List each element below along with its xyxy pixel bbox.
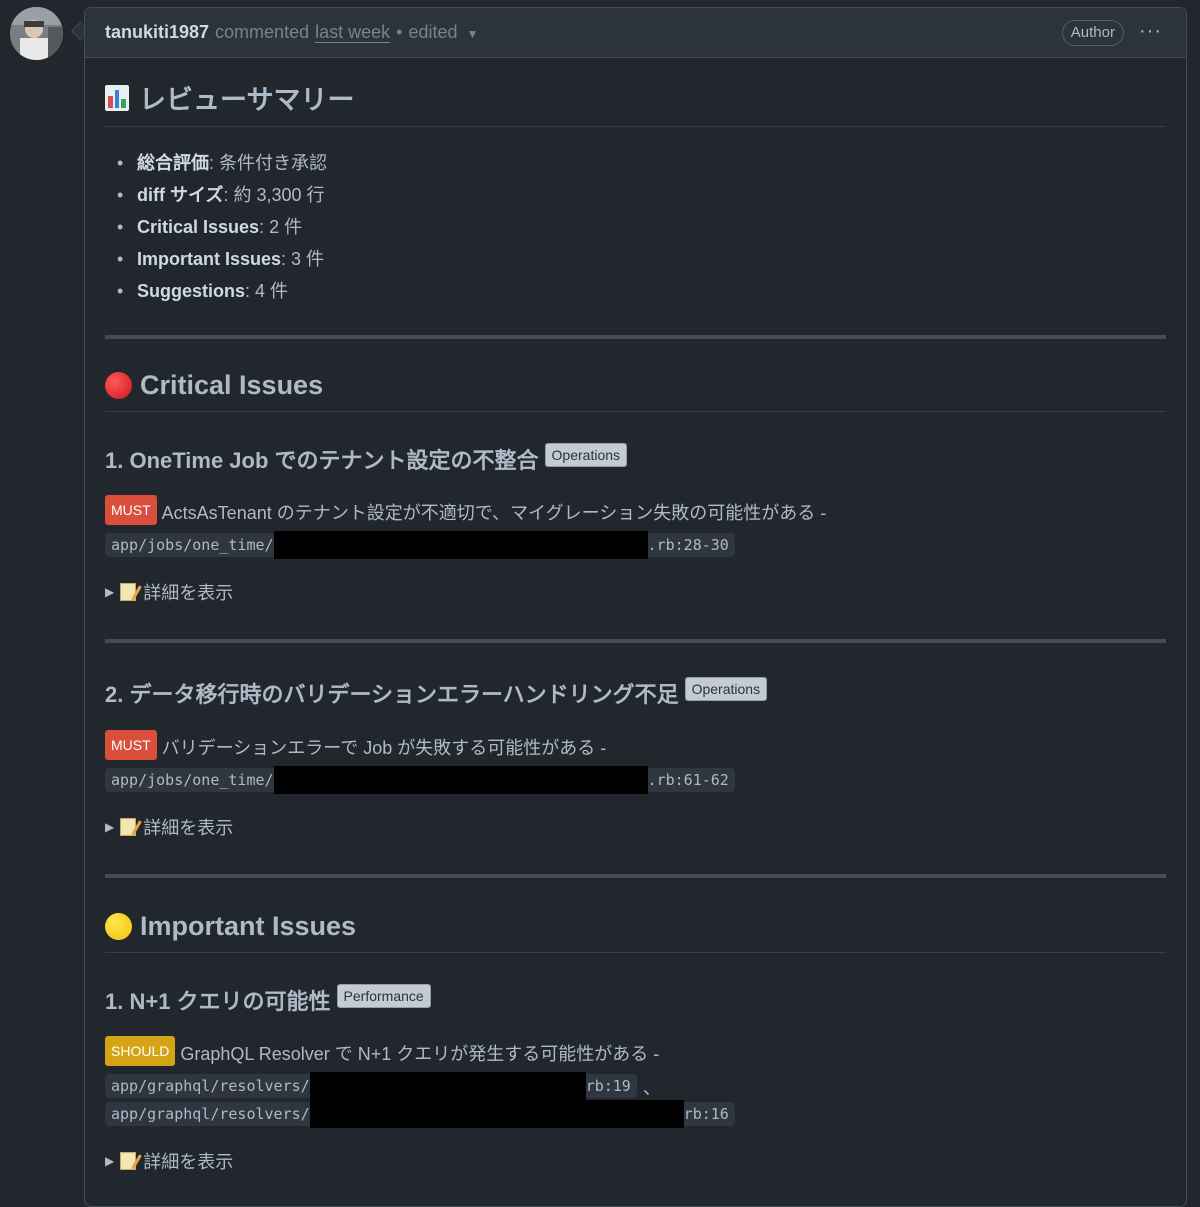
chevron-down-icon[interactable]: ▼ — [467, 27, 479, 41]
summary-value: : 約 3,300 行 — [223, 185, 325, 205]
issue-heading-text: 1. OneTime Job でのテナント設定の不整合 — [105, 448, 539, 473]
summary-key: Important Issues — [137, 249, 282, 269]
divider — [105, 874, 1166, 878]
details-toggle[interactable]: ▶ 詳細を表示 — [105, 579, 1166, 605]
redacted-block — [309, 1072, 586, 1100]
comment: tanukiti1987 commented last week • edite… — [84, 7, 1187, 1207]
file-path-code: app/jobs/one_time/ .rb:28-30 — [105, 531, 735, 559]
important-issue-1-text: SHOULD GraphQL Resolver で N+1 クエリが発生する可能性… — [105, 1036, 1166, 1070]
summary-value: : 4 件 — [245, 281, 289, 301]
details-label: 詳細を表示 — [143, 583, 234, 603]
details-toggle[interactable]: ▶ 詳細を表示 — [105, 814, 1166, 840]
path-prefix: app/graphql/resolvers/ — [111, 1077, 310, 1095]
red-circle-icon — [105, 372, 132, 399]
operations-label[interactable]: Operations — [684, 677, 768, 701]
redacted-block — [309, 1100, 684, 1128]
redacted-block — [273, 531, 648, 559]
file-path-code: app/graphql/resolvers/rb:16 — [105, 1100, 735, 1128]
critical-issue-2-heading: 2. データ移行時のバリデーションエラーハンドリング不足 Operations — [105, 677, 1166, 709]
list-item: Critical Issues: 2 件 — [105, 214, 1166, 246]
list-item: Suggestions: 4 件 — [105, 278, 1166, 310]
divider — [105, 639, 1166, 643]
author-link[interactable]: tanukiti1987 — [105, 22, 209, 43]
kebab-horizontal-icon[interactable]: ··· — [1139, 20, 1162, 43]
code-path: app/graphql/resolvers/rb:16 — [105, 1100, 1166, 1128]
summary-value: : 3 件 — [281, 249, 325, 269]
issue-heading-text: 1. N+1 クエリの可能性 — [105, 989, 331, 1014]
yellow-circle-icon — [105, 913, 132, 940]
issue-description: バリデーションエラーで Job が失敗する可能性がある - — [161, 738, 607, 758]
critical-issue-1-text: MUST ActsAsTenant のテナント設定が不適切で、マイグレーション失敗… — [105, 495, 1166, 529]
summary-key: Critical Issues — [137, 217, 260, 237]
summary-value: : 条件付き承認 — [209, 153, 328, 173]
details-toggle[interactable]: ▶ 詳細を表示 — [105, 1148, 1166, 1174]
path-suffix: .rb:61-62 — [647, 771, 729, 789]
summary-heading: レビューサマリー — [105, 78, 1166, 127]
summary-value: : 2 件 — [259, 217, 303, 237]
path-suffix: .rb:28-30 — [647, 536, 729, 554]
path-prefix: app/graphql/resolvers/ — [111, 1105, 310, 1123]
avatar-image — [10, 7, 63, 60]
separator-dot: • — [396, 22, 403, 42]
path-suffix: rb:19 — [585, 1077, 631, 1095]
avatar[interactable] — [10, 7, 63, 60]
operations-label[interactable]: Operations — [544, 443, 628, 467]
details-label: 詳細を表示 — [143, 1152, 234, 1172]
issue-description: ActsAsTenant のテナント設定が不適切で、マイグレーション失敗の可能性… — [161, 503, 827, 523]
memo-icon — [120, 818, 137, 836]
memo-icon — [120, 1152, 137, 1170]
summary-key: 総合評価 — [137, 153, 209, 173]
path-separator: 、 — [642, 1078, 661, 1098]
summary-list: 総合評価: 条件付き承認 diff サイズ: 約 3,300 行 Critica… — [105, 150, 1166, 310]
critical-heading: Critical Issues — [105, 370, 1166, 412]
issue-description: GraphQL Resolver で N+1 クエリが発生する可能性がある - — [180, 1044, 660, 1064]
bar-chart-icon — [105, 84, 129, 111]
details-label: 詳細を表示 — [143, 818, 234, 838]
critical-title: Critical Issues — [140, 370, 324, 400]
comment-header: tanukiti1987 commented last week • edite… — [85, 8, 1186, 58]
triangle-right-icon: ▶ — [105, 585, 115, 599]
action-text: commented — [215, 22, 310, 42]
comment-body: レビューサマリー 総合評価: 条件付き承認 diff サイズ: 約 3,300 … — [85, 58, 1186, 1174]
timestamp-link[interactable]: last week — [315, 22, 390, 43]
redacted-block — [273, 766, 648, 794]
summary-key: Suggestions — [137, 281, 246, 301]
important-heading: Important Issues — [105, 911, 1166, 953]
critical-issue-2-text: MUST バリデーションエラーで Job が失敗する可能性がある - — [105, 730, 1166, 764]
critical-issue-1-heading: 1. OneTime Job でのテナント設定の不整合 Operations — [105, 443, 1166, 475]
file-path-code: app/graphql/resolvers/rb:19 — [105, 1072, 637, 1100]
issue-heading-text: 2. データ移行時のバリデーションエラーハンドリング不足 — [105, 682, 679, 707]
list-item: 総合評価: 条件付き承認 — [105, 150, 1166, 182]
code-path: app/jobs/one_time/ .rb:28-30 — [105, 531, 1166, 559]
must-badge: MUST — [105, 730, 157, 760]
path-prefix: app/jobs/one_time/ — [111, 536, 274, 554]
code-path: app/jobs/one_time/ .rb:61-62 — [105, 766, 1166, 794]
list-item: diff サイズ: 約 3,300 行 — [105, 182, 1166, 214]
memo-icon — [120, 583, 137, 601]
edited-dropdown[interactable]: edited — [408, 22, 457, 43]
file-path-code: app/jobs/one_time/ .rb:61-62 — [105, 766, 735, 794]
path-prefix: app/jobs/one_time/ — [111, 771, 274, 789]
important-issue-1-heading: 1. N+1 クエリの可能性 Performance — [105, 984, 1166, 1016]
performance-label[interactable]: Performance — [336, 984, 431, 1008]
author-badge: Author — [1061, 20, 1124, 46]
must-badge: MUST — [105, 495, 157, 525]
path-suffix: rb:16 — [683, 1105, 729, 1123]
divider — [105, 335, 1166, 339]
should-badge: SHOULD — [105, 1036, 176, 1066]
triangle-right-icon: ▶ — [105, 1154, 115, 1168]
important-title: Important Issues — [140, 911, 357, 941]
list-item: Important Issues: 3 件 — [105, 246, 1166, 278]
triangle-right-icon: ▶ — [105, 820, 115, 834]
summary-title: レビューサマリー — [139, 85, 355, 115]
code-path: app/graphql/resolvers/rb:19 、 — [105, 1072, 1166, 1100]
summary-key: diff サイズ — [137, 185, 224, 205]
